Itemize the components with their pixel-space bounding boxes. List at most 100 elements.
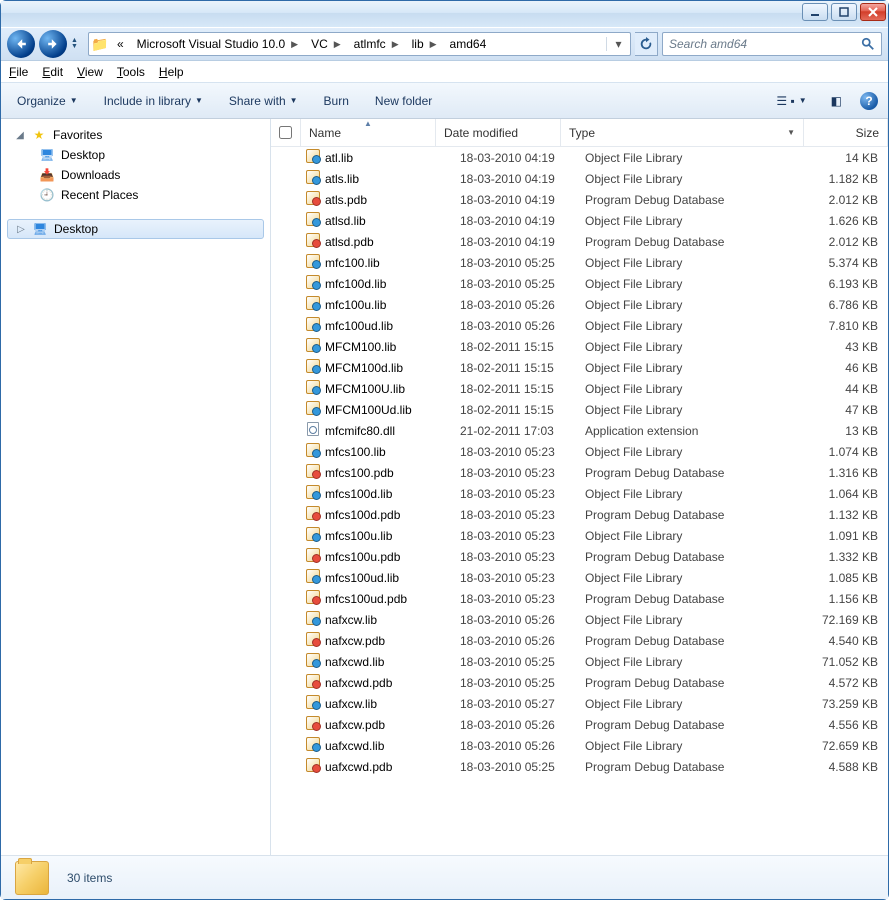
column-checkbox[interactable] [271,119,301,146]
nav-recent-button[interactable]: ▲▼ [71,38,78,50]
address-dropdown[interactable]: ▾ [606,37,630,51]
nav-back-button[interactable] [7,30,35,58]
maximize-button[interactable] [831,3,857,21]
file-row[interactable]: mfcs100ud.pdb18-03-2010 05:23Program Deb… [271,588,888,609]
file-row[interactable]: mfcs100ud.lib18-03-2010 05:23Object File… [271,567,888,588]
file-date: 18-02-2011 15:15 [460,361,585,375]
file-icon [301,422,325,439]
file-row[interactable]: nafxcw.pdb18-03-2010 05:26Program Debug … [271,630,888,651]
file-icon [301,695,325,712]
sidebar-item-desktop[interactable]: 🖥Desktop [1,145,270,165]
file-icon [301,485,325,502]
file-row[interactable]: atls.pdb18-03-2010 04:19Program Debug Da… [271,189,888,210]
share-with-button[interactable]: Share with▼ [223,90,304,112]
file-type: Object File Library [585,214,804,228]
file-row[interactable]: mfc100ud.lib18-03-2010 05:26Object File … [271,315,888,336]
file-row[interactable]: mfcs100u.pdb18-03-2010 05:23Program Debu… [271,546,888,567]
file-icon [301,275,325,292]
breadcrumb-item[interactable]: lib▶ [406,33,444,55]
file-name: mfcs100.pdb [325,466,460,480]
favorites-header[interactable]: ◢★Favorites [1,125,270,145]
sidebar-item-downloads[interactable]: 📥Downloads [1,165,270,185]
file-row[interactable]: uafxcwd.lib18-03-2010 05:26Object File L… [271,735,888,756]
file-row[interactable]: mfcs100.lib18-03-2010 05:23Object File L… [271,441,888,462]
menu-file[interactable]: File [9,65,28,79]
address-bar[interactable]: 📁 « Microsoft Visual Studio 10.0▶ VC▶ at… [88,32,631,56]
column-size[interactable]: Size [804,119,888,146]
file-row[interactable]: nafxcw.lib18-03-2010 05:26Object File Li… [271,609,888,630]
file-name: nafxcwd.pdb [325,676,460,690]
breadcrumb-item[interactable]: VC▶ [305,33,348,55]
burn-button[interactable]: Burn [318,90,355,112]
file-row[interactable]: uafxcw.lib18-03-2010 05:27Object File Li… [271,693,888,714]
menu-help[interactable]: Help [159,65,184,79]
menu-tools[interactable]: Tools [117,65,145,79]
column-date[interactable]: Date modified [436,119,561,146]
file-row[interactable]: MFCM100d.lib18-02-2011 15:15Object File … [271,357,888,378]
file-type: Program Debug Database [585,466,804,480]
list-icon: ☰ ▪ [776,94,794,108]
help-button[interactable]: ? [860,92,878,110]
new-folder-button[interactable]: New folder [369,90,438,112]
sidebar-item-recent[interactable]: 🕘Recent Places [1,185,270,205]
file-row[interactable]: uafxcwd.pdb18-03-2010 05:25Program Debug… [271,756,888,777]
file-row[interactable]: mfcs100.pdb18-03-2010 05:23Program Debug… [271,462,888,483]
file-date: 18-03-2010 04:19 [460,172,585,186]
file-row[interactable]: MFCM100Ud.lib18-02-2011 15:15Object File… [271,399,888,420]
menu-edit[interactable]: Edit [42,65,63,79]
breadcrumb-item[interactable]: atlmfc▶ [348,33,406,55]
file-size: 46 KB [804,361,888,375]
file-size: 1.626 KB [804,214,888,228]
file-row[interactable]: MFCM100U.lib18-02-2011 15:15Object File … [271,378,888,399]
file-row[interactable]: atls.lib18-03-2010 04:19Object File Libr… [271,168,888,189]
search-input[interactable]: Search amd64 [662,32,882,56]
file-icon [301,590,325,607]
menu-view[interactable]: View [77,65,103,79]
file-type: Program Debug Database [585,193,804,207]
file-row[interactable]: mfc100d.lib18-03-2010 05:25Object File L… [271,273,888,294]
file-name: mfcs100u.lib [325,529,460,543]
breadcrumb-item[interactable]: amd64 [444,33,494,55]
file-row[interactable]: atlsd.lib18-03-2010 04:19Object File Lib… [271,210,888,231]
file-name: mfcs100u.pdb [325,550,460,564]
file-type: Program Debug Database [585,718,804,732]
file-size: 72.169 KB [804,613,888,627]
nav-forward-button[interactable] [39,30,67,58]
column-type[interactable]: Type▼ [561,119,804,146]
file-type: Object File Library [585,487,804,501]
file-row[interactable]: nafxcwd.pdb18-03-2010 05:25Program Debug… [271,672,888,693]
file-row[interactable]: MFCM100.lib18-02-2011 15:15Object File L… [271,336,888,357]
preview-pane-button[interactable]: ◧ [825,90,848,112]
file-row[interactable]: atl.lib18-03-2010 04:19Object File Libra… [271,147,888,168]
file-row[interactable]: mfcs100d.pdb18-03-2010 05:23Program Debu… [271,504,888,525]
refresh-button[interactable] [635,32,658,56]
file-row[interactable]: mfc100u.lib18-03-2010 05:26Object File L… [271,294,888,315]
view-options-button[interactable]: ☰ ▪▼ [770,90,812,112]
file-icon [301,632,325,649]
file-icon [301,464,325,481]
sidebar-item-desktop-root[interactable]: ▷🖥Desktop [7,219,264,239]
file-type: Program Debug Database [585,508,804,522]
organize-button[interactable]: Organize▼ [11,90,84,112]
file-name: nafxcwd.lib [325,655,460,669]
file-row[interactable]: mfcs100d.lib18-03-2010 05:23Object File … [271,483,888,504]
column-name[interactable]: ▲Name [301,119,436,146]
file-date: 18-03-2010 04:19 [460,151,585,165]
file-size: 44 KB [804,382,888,396]
breadcrumb-item[interactable]: Microsoft Visual Studio 10.0▶ [131,33,305,55]
file-row[interactable]: nafxcwd.lib18-03-2010 05:25Object File L… [271,651,888,672]
file-icon [301,380,325,397]
include-library-button[interactable]: Include in library▼ [98,90,209,112]
file-size: 2.012 KB [804,193,888,207]
star-icon: ★ [31,128,47,142]
breadcrumb-prefix[interactable]: « [111,33,131,55]
select-all-checkbox[interactable] [279,126,292,139]
minimize-button[interactable] [802,3,828,21]
close-button[interactable] [860,3,886,21]
file-date: 18-03-2010 04:19 [460,214,585,228]
file-row[interactable]: atlsd.pdb18-03-2010 04:19Program Debug D… [271,231,888,252]
file-row[interactable]: mfcs100u.lib18-03-2010 05:23Object File … [271,525,888,546]
file-row[interactable]: mfc100.lib18-03-2010 05:25Object File Li… [271,252,888,273]
file-row[interactable]: mfcmifc80.dll21-02-2011 17:03Application… [271,420,888,441]
file-row[interactable]: uafxcw.pdb18-03-2010 05:26Program Debug … [271,714,888,735]
